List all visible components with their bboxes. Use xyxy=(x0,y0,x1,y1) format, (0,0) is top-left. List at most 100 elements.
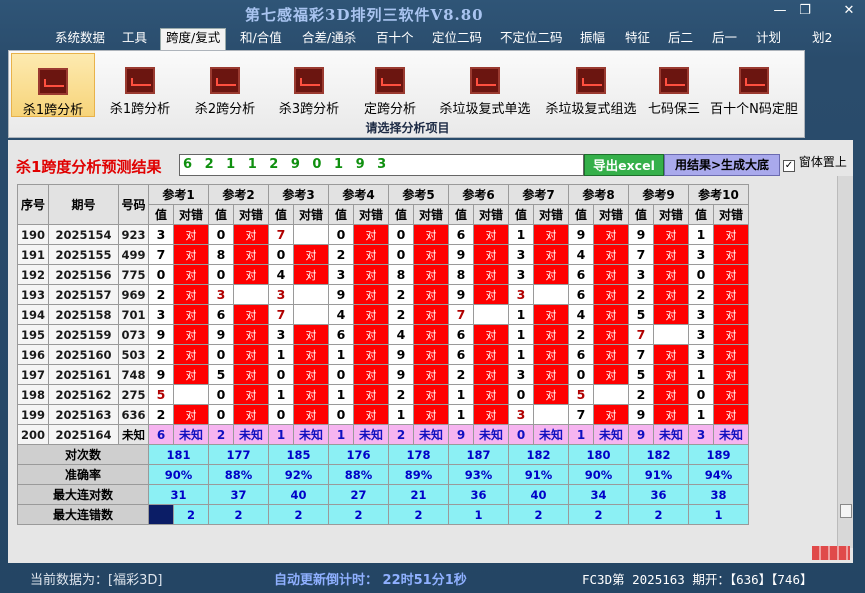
chart-icon xyxy=(470,67,500,94)
restore-button[interactable]: ❐ xyxy=(794,4,816,20)
tool-label: 杀垃圾复式组选 xyxy=(545,102,637,117)
menu-amplitude[interactable]: 振幅 xyxy=(580,29,605,49)
result-correct: 对 xyxy=(533,324,569,345)
result-correct: 对 xyxy=(233,324,269,345)
menu-feature[interactable]: 特征 xyxy=(625,29,650,49)
ref-value: 9 xyxy=(148,364,174,385)
header-ref-3: 参考3 xyxy=(268,184,329,205)
pending-value: 2 xyxy=(388,424,414,445)
result-field[interactable]: 6 2 1 1 2 9 0 1 9 3 xyxy=(179,154,584,176)
draw-result-label: FC3D第 2025163 期开：【636】【746】 xyxy=(582,572,813,587)
row-period: 2025164 xyxy=(48,424,119,445)
ref-value: 0 xyxy=(328,364,354,385)
menu-plan2[interactable]: 划2 xyxy=(812,29,832,49)
result-correct: 对 xyxy=(413,284,449,305)
stats-max-streak-ok: 40 xyxy=(508,484,569,505)
header-result: 对错 xyxy=(173,204,209,225)
scrollbar-thumb[interactable] xyxy=(840,504,852,518)
current-data-label: 当前数据为：[福彩3D] xyxy=(30,573,163,588)
ref-value: 2 xyxy=(568,324,594,345)
pending-value: 2 xyxy=(208,424,234,445)
stats-accuracy: 88% xyxy=(328,464,389,485)
tool-label: 杀1跨分析 xyxy=(109,102,171,117)
tool-kill2-span[interactable]: 杀2跨分析 xyxy=(184,53,266,117)
menu-unfixed-two[interactable]: 不定位二码 xyxy=(500,29,563,49)
menu-sum-value[interactable]: 和/合值 xyxy=(240,29,282,49)
pending-row[interactable]: 200 2025164 未知 6 未知 2 未知 1 未知 1 未知 2 未知 9 未知 0 未知 1 未知 9 未知 3… xyxy=(17,424,749,445)
result-correct: 对 xyxy=(233,384,269,405)
stats-accuracy: 91% xyxy=(628,464,689,485)
ref-value: 9 xyxy=(328,284,354,305)
table-row[interactable]: 196 2025160 503 2 对 0 对 1 对 1 对 9 对 6 对 1 对 6 对 7 对 3 对 xyxy=(17,344,749,365)
header-period: 期号 xyxy=(48,184,119,225)
table-row[interactable]: 191 2025155 499 7 对 8 对 0 对 2 对 0 对 9 对 3 对 4 对 7 对 3 对 xyxy=(17,244,749,265)
export-excel-button[interactable]: 导出excel xyxy=(584,154,664,176)
table-row[interactable]: 190 2025154 923 3 对 0 对 7 0 对 0 对 6 对 1 对 9 对 9 对 1 对 xyxy=(17,224,749,245)
chart-icon xyxy=(659,67,689,94)
tool-seven-keep-three[interactable]: 七码保三 xyxy=(643,53,705,117)
table-row[interactable]: 193 2025157 969 2 对 3 3 9 对 2 对 9 对 3 6 对 2 对 2 对 xyxy=(17,284,749,305)
ref-value: 6 xyxy=(208,304,234,325)
tool-kill1-span-selected[interactable]: 杀1跨分析 xyxy=(11,53,95,118)
tool-fixed-span[interactable]: 定跨分析 xyxy=(349,53,431,117)
ref-value: 1 xyxy=(688,364,714,385)
table-row[interactable]: 198 2025162 275 5 0 对 1 对 1 对 2 对 1 对 0 对 5 2 对 0 对 xyxy=(17,384,749,405)
ref-value: 7 xyxy=(268,224,294,245)
ref-value: 1 xyxy=(508,304,534,325)
row-code: 未知 xyxy=(118,424,149,445)
menu-span-compound[interactable]: 跨度/复式 xyxy=(160,28,227,50)
tool-kill1-span[interactable]: 杀1跨分析 xyxy=(99,53,181,117)
result-correct: 对 xyxy=(473,384,509,405)
result-correct: 对 xyxy=(533,304,569,325)
stats-hits: 182 xyxy=(508,444,569,465)
vertical-scrollbar[interactable] xyxy=(837,176,853,548)
generate-base-button[interactable]: 用结果>生成大底 xyxy=(664,154,780,176)
result-correct: 对 xyxy=(713,324,749,345)
menu-tools[interactable]: 工具 xyxy=(122,29,147,49)
pending-value: 0 xyxy=(508,424,534,445)
menu-position-digits[interactable]: 百十个 xyxy=(376,29,414,49)
progress-indicator xyxy=(812,546,850,560)
ref-value: 1 xyxy=(268,384,294,405)
result-correct: 对 xyxy=(713,224,749,245)
ref-value: 3 xyxy=(508,244,534,265)
header-value: 值 xyxy=(148,204,174,225)
tool-n-code-fixed[interactable]: 百十个N码定胆 xyxy=(707,53,801,117)
ref-value: 2 xyxy=(628,384,654,405)
ref-value: 4 xyxy=(568,244,594,265)
table-row[interactable]: 192 2025156 775 0 对 0 对 4 对 3 对 8 对 8 对 3 对 6 对 3 对 0 对 xyxy=(17,264,749,285)
ref-value: 0 xyxy=(328,404,354,425)
menu-diff-kill[interactable]: 合差/通杀 xyxy=(302,29,356,49)
menu-system-data[interactable]: 系统数据 xyxy=(55,29,105,49)
menu-plan[interactable]: 计划 xyxy=(756,29,781,49)
minimize-button[interactable]: — xyxy=(769,4,791,20)
result-correct: 对 xyxy=(593,284,629,305)
result-correct: 对 xyxy=(353,364,389,385)
tool-kill3-span[interactable]: 杀3跨分析 xyxy=(268,53,350,117)
menu-fixed-two[interactable]: 定位二码 xyxy=(432,29,482,49)
close-button[interactable]: ✕ xyxy=(838,4,860,20)
table-row[interactable]: 195 2025159 073 9 对 9 对 3 对 6 对 4 对 6 对 1 对 2 对 7 3 对 xyxy=(17,324,749,345)
tool-kill-garbage-group[interactable]: 杀垃圾复式组选 xyxy=(539,53,643,117)
row-code: 499 xyxy=(118,244,149,265)
row-seq: 191 xyxy=(17,244,49,265)
result-wrong xyxy=(593,384,629,405)
ref-value: 3 xyxy=(508,364,534,385)
ref-value: 2 xyxy=(148,404,174,425)
results-table: 序号 期号 号码 参考1 参考2 参考3 参考4 参考5 参考6 参考7 参考8 参考9 参考10… xyxy=(17,184,749,525)
window-on-top-checkbox[interactable]: ✓ 窗体置上 xyxy=(783,154,847,172)
header-ref-7: 参考7 xyxy=(508,184,569,205)
result-correct: 对 xyxy=(413,264,449,285)
menu-last-one[interactable]: 后一 xyxy=(712,29,737,49)
ref-value: 2 xyxy=(388,284,414,305)
stats-max-streak-ok: 34 xyxy=(568,484,629,505)
table-row[interactable]: 194 2025158 701 3 对 6 对 7 4 对 2 对 7 1 对 4 对 5 对 3 对 xyxy=(17,304,749,325)
menu-last-two[interactable]: 后二 xyxy=(668,29,693,49)
ref-value: 0 xyxy=(208,224,234,245)
tool-kill-garbage-single[interactable]: 杀垃圾复式单选 xyxy=(433,53,537,117)
table-row[interactable]: 199 2025163 636 2 对 0 对 0 对 0 对 1 对 1 对 3 7 对 9 对 1 对 xyxy=(17,404,749,425)
result-wrong xyxy=(653,324,689,345)
table-row[interactable]: 197 2025161 748 9 对 5 对 0 对 0 对 9 对 2 对 3 对 0 对 5 对 1 对 xyxy=(17,364,749,385)
header-ref-1: 参考1 xyxy=(148,184,209,205)
ref-value: 0 xyxy=(208,384,234,405)
